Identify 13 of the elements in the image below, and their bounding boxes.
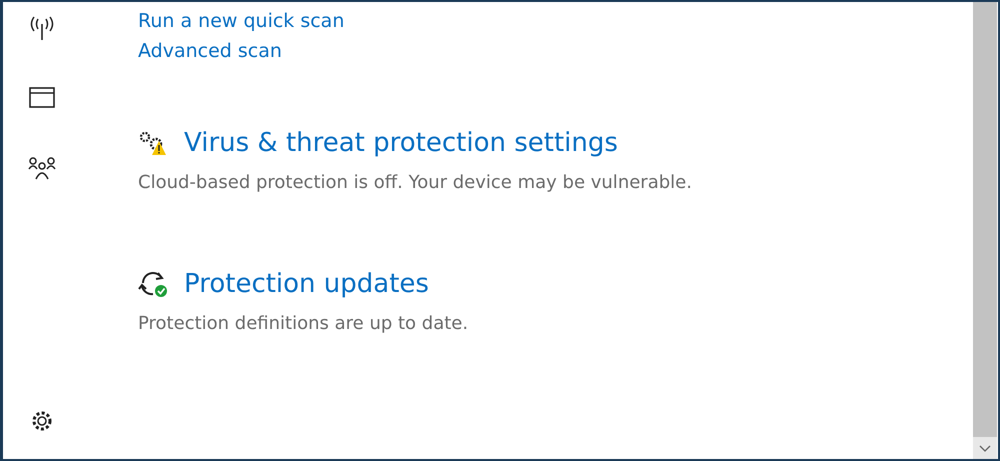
chevron-down-icon <box>979 444 991 452</box>
section-description: Protection definitions are up to date. <box>138 313 468 334</box>
section-description: Cloud-based protection is off. Your device may be vulnerable. <box>138 172 692 193</box>
section-title-link[interactable]: Virus & threat protection settings <box>184 128 618 158</box>
section-title-link[interactable]: Protection updates <box>184 269 429 299</box>
scan-link[interactable]: Run a new quick scan <box>138 6 344 36</box>
scrollbar[interactable] <box>973 2 997 459</box>
sync-check-icon <box>138 269 170 299</box>
window-icon[interactable] <box>29 87 55 109</box>
scan-link[interactable]: Advanced scan <box>138 36 282 66</box>
people-icon[interactable] <box>28 156 56 180</box>
scroll-down-button[interactable] <box>973 437 997 459</box>
antenna-icon[interactable] <box>29 16 55 40</box>
